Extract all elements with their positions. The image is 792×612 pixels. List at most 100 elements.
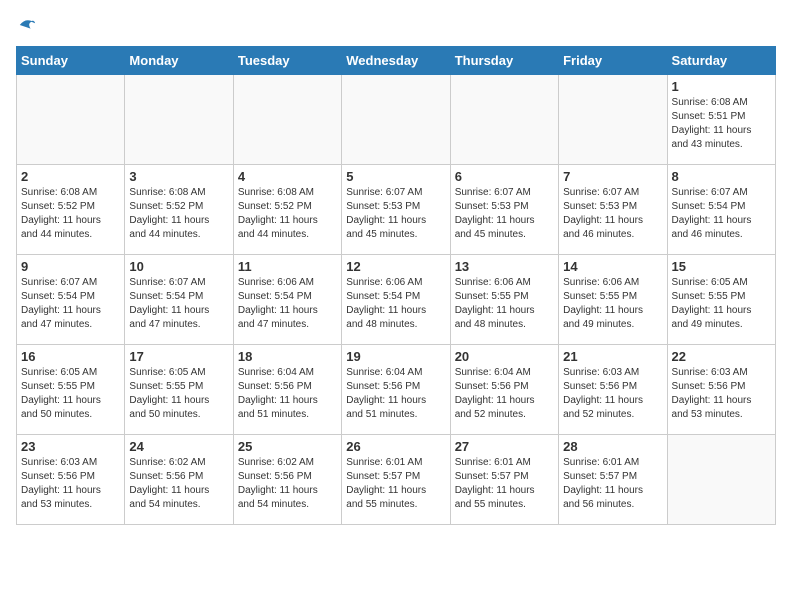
day-number: 14 — [563, 259, 662, 274]
calendar-cell: 10 Sunrise: 6:07 AM Sunset: 5:54 PM Dayli… — [125, 255, 233, 345]
day-info: Sunrise: 6:01 AM Sunset: 5:57 PM Dayligh… — [346, 456, 445, 512]
calendar-week-1: 1Sunrise: 6:08 AM Sunset: 5:51 PM Daylig… — [17, 75, 776, 165]
day-number: 23 — [21, 439, 120, 454]
day-info: Sunrise: 6:05 AM Sunset: 5:55 PM Dayligh… — [21, 366, 120, 422]
day-info: Sunrise: 6:04 AM Sunset: 5:56 PM Dayligh… — [455, 366, 554, 422]
day-info: Sunrise: 6:03 AM Sunset: 5:56 PM Dayligh… — [563, 366, 662, 422]
calendar-cell: 18 Sunrise: 6:04 AM Sunset: 5:56 PM Dayli… — [233, 345, 341, 435]
calendar-cell: 7 Sunrise: 6:07 AM Sunset: 5:53 PM Daylig… — [559, 165, 667, 255]
day-info: Sunrise: 6:07 AM Sunset: 5:53 PM Dayligh… — [563, 186, 662, 242]
calendar-week-3: 9 Sunrise: 6:07 AM Sunset: 5:54 PM Daylig… — [17, 255, 776, 345]
calendar-cell — [559, 75, 667, 165]
calendar-cell: 24 Sunrise: 6:02 AM Sunset: 5:56 PM Dayli… — [125, 435, 233, 525]
day-number: 2 — [21, 169, 120, 184]
day-info: Sunrise: 6:07 AM Sunset: 5:54 PM Dayligh… — [129, 276, 228, 332]
calendar-cell — [450, 75, 558, 165]
day-info: Sunrise: 6:02 AM Sunset: 5:56 PM Dayligh… — [238, 456, 337, 512]
weekday-header-saturday: Saturday — [667, 47, 775, 75]
day-number: 6 — [455, 169, 554, 184]
calendar-cell: 23 Sunrise: 6:03 AM Sunset: 5:56 PM Dayli… — [17, 435, 125, 525]
calendar-cell: 16 Sunrise: 6:05 AM Sunset: 5:55 PM Dayli… — [17, 345, 125, 435]
calendar-cell: 11 Sunrise: 6:06 AM Sunset: 5:54 PM Dayli… — [233, 255, 341, 345]
day-number: 15 — [672, 259, 771, 274]
day-info: Sunrise: 6:02 AM Sunset: 5:56 PM Dayligh… — [129, 456, 228, 512]
calendar-cell: 6 Sunrise: 6:07 AM Sunset: 5:53 PM Daylig… — [450, 165, 558, 255]
day-number: 27 — [455, 439, 554, 454]
calendar-cell: 5Sunrise: 6:07 AM Sunset: 5:53 PM Daylig… — [342, 165, 450, 255]
weekday-header-friday: Friday — [559, 47, 667, 75]
page-header — [16, 16, 776, 34]
calendar-cell — [667, 435, 775, 525]
day-number: 3 — [129, 169, 228, 184]
day-number: 8 — [672, 169, 771, 184]
day-number: 1 — [672, 79, 771, 94]
day-info: Sunrise: 6:08 AM Sunset: 5:52 PM Dayligh… — [129, 186, 228, 242]
calendar-week-4: 16 Sunrise: 6:05 AM Sunset: 5:55 PM Dayli… — [17, 345, 776, 435]
day-info: Sunrise: 6:06 AM Sunset: 5:55 PM Dayligh… — [563, 276, 662, 332]
weekday-header-tuesday: Tuesday — [233, 47, 341, 75]
calendar-week-5: 23 Sunrise: 6:03 AM Sunset: 5:56 PM Dayli… — [17, 435, 776, 525]
calendar-cell: 28 Sunrise: 6:01 AM Sunset: 5:57 PM Dayli… — [559, 435, 667, 525]
day-number: 18 — [238, 349, 337, 364]
calendar-cell: 19 Sunrise: 6:04 AM Sunset: 5:56 PM Dayli… — [342, 345, 450, 435]
day-info: Sunrise: 6:05 AM Sunset: 5:55 PM Dayligh… — [672, 276, 771, 332]
day-info: Sunrise: 6:03 AM Sunset: 5:56 PM Dayligh… — [672, 366, 771, 422]
day-number: 21 — [563, 349, 662, 364]
calendar-cell: 27 Sunrise: 6:01 AM Sunset: 5:57 PM Dayli… — [450, 435, 558, 525]
calendar-cell — [125, 75, 233, 165]
day-number: 19 — [346, 349, 445, 364]
weekday-header-monday: Monday — [125, 47, 233, 75]
day-info: Sunrise: 6:06 AM Sunset: 5:54 PM Dayligh… — [346, 276, 445, 332]
calendar-cell: 22Sunrise: 6:03 AM Sunset: 5:56 PM Dayli… — [667, 345, 775, 435]
calendar-cell — [233, 75, 341, 165]
weekday-header-row: SundayMondayTuesdayWednesdayThursdayFrid… — [17, 47, 776, 75]
day-number: 4 — [238, 169, 337, 184]
day-info: Sunrise: 6:08 AM Sunset: 5:52 PM Dayligh… — [21, 186, 120, 242]
day-number: 9 — [21, 259, 120, 274]
day-info: Sunrise: 6:01 AM Sunset: 5:57 PM Dayligh… — [455, 456, 554, 512]
calendar-body: 1Sunrise: 6:08 AM Sunset: 5:51 PM Daylig… — [17, 75, 776, 525]
day-info: Sunrise: 6:07 AM Sunset: 5:54 PM Dayligh… — [672, 186, 771, 242]
day-info: Sunrise: 6:04 AM Sunset: 5:56 PM Dayligh… — [238, 366, 337, 422]
weekday-header-wednesday: Wednesday — [342, 47, 450, 75]
day-number: 20 — [455, 349, 554, 364]
day-info: Sunrise: 6:06 AM Sunset: 5:54 PM Dayligh… — [238, 276, 337, 332]
day-info: Sunrise: 6:01 AM Sunset: 5:57 PM Dayligh… — [563, 456, 662, 512]
calendar-cell: 1Sunrise: 6:08 AM Sunset: 5:51 PM Daylig… — [667, 75, 775, 165]
calendar-cell: 21 Sunrise: 6:03 AM Sunset: 5:56 PM Dayli… — [559, 345, 667, 435]
day-info: Sunrise: 6:08 AM Sunset: 5:52 PM Dayligh… — [238, 186, 337, 242]
day-number: 7 — [563, 169, 662, 184]
calendar-cell: 17 Sunrise: 6:05 AM Sunset: 5:55 PM Dayli… — [125, 345, 233, 435]
day-number: 25 — [238, 439, 337, 454]
calendar-cell: 4 Sunrise: 6:08 AM Sunset: 5:52 PM Daylig… — [233, 165, 341, 255]
day-number: 16 — [21, 349, 120, 364]
day-info: Sunrise: 6:06 AM Sunset: 5:55 PM Dayligh… — [455, 276, 554, 332]
day-number: 10 — [129, 259, 228, 274]
calendar-cell: 8 Sunrise: 6:07 AM Sunset: 5:54 PM Daylig… — [667, 165, 775, 255]
weekday-header-thursday: Thursday — [450, 47, 558, 75]
calendar-cell: 26Sunrise: 6:01 AM Sunset: 5:57 PM Dayli… — [342, 435, 450, 525]
day-info: Sunrise: 6:03 AM Sunset: 5:56 PM Dayligh… — [21, 456, 120, 512]
calendar-cell: 12 Sunrise: 6:06 AM Sunset: 5:54 PM Dayli… — [342, 255, 450, 345]
day-info: Sunrise: 6:07 AM Sunset: 5:54 PM Dayligh… — [21, 276, 120, 332]
day-number: 24 — [129, 439, 228, 454]
logo — [16, 16, 36, 34]
calendar-cell: 3 Sunrise: 6:08 AM Sunset: 5:52 PM Daylig… — [125, 165, 233, 255]
weekday-header-sunday: Sunday — [17, 47, 125, 75]
day-number: 17 — [129, 349, 228, 364]
day-number: 5 — [346, 169, 445, 184]
day-info: Sunrise: 6:05 AM Sunset: 5:55 PM Dayligh… — [129, 366, 228, 422]
calendar-cell: 2 Sunrise: 6:08 AM Sunset: 5:52 PM Daylig… — [17, 165, 125, 255]
day-number: 11 — [238, 259, 337, 274]
day-number: 28 — [563, 439, 662, 454]
day-info: Sunrise: 6:07 AM Sunset: 5:53 PM Dayligh… — [455, 186, 554, 242]
calendar-cell — [342, 75, 450, 165]
calendar-cell: 20 Sunrise: 6:04 AM Sunset: 5:56 PM Dayli… — [450, 345, 558, 435]
day-info: Sunrise: 6:04 AM Sunset: 5:56 PM Dayligh… — [346, 366, 445, 422]
day-number: 12 — [346, 259, 445, 274]
day-number: 13 — [455, 259, 554, 274]
calendar-cell: 15 Sunrise: 6:05 AM Sunset: 5:55 PM Dayli… — [667, 255, 775, 345]
calendar-cell: 9 Sunrise: 6:07 AM Sunset: 5:54 PM Daylig… — [17, 255, 125, 345]
logo-bird-icon — [18, 16, 36, 34]
calendar-cell: 25 Sunrise: 6:02 AM Sunset: 5:56 PM Dayli… — [233, 435, 341, 525]
